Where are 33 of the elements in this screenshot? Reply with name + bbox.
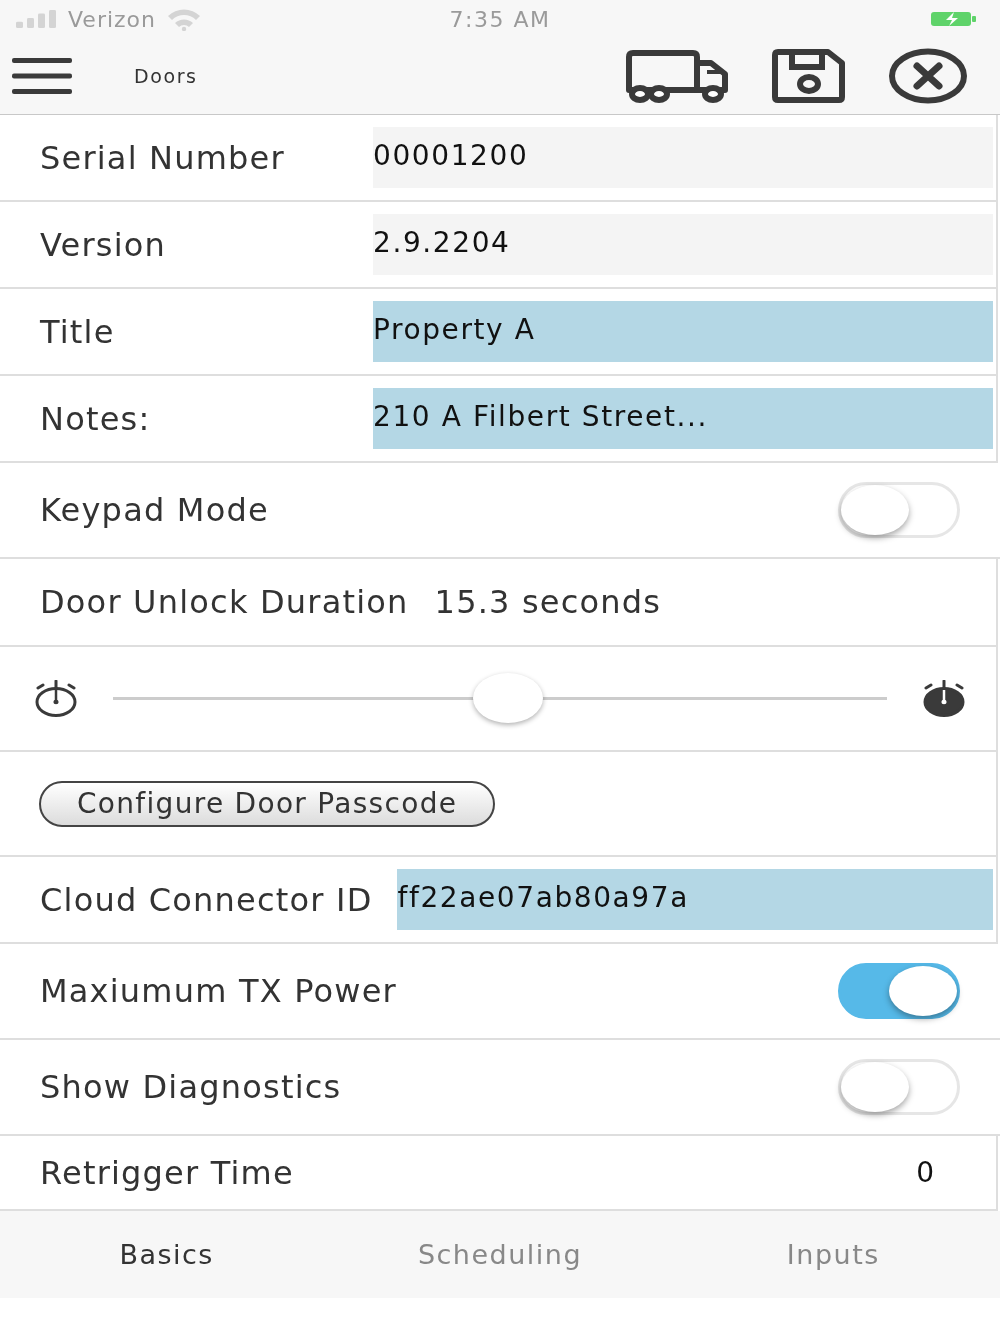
field-label: Title — [40, 312, 116, 351]
stopwatch-icon — [34, 680, 78, 717]
menu-icon[interactable] — [12, 58, 72, 94]
tab[interactable]: Basics — [115, 1231, 218, 1278]
read-only-field: 00001200 — [373, 127, 993, 188]
truck-icon[interactable] — [625, 49, 730, 103]
duration-value: 15.3 seconds — [434, 583, 662, 621]
battery-icon — [931, 11, 977, 27]
field-label: Version — [40, 225, 168, 264]
text-field[interactable]: ff22ae07ab80a97a — [397, 869, 993, 930]
screen-title: Doors — [134, 65, 198, 87]
field-label: Serial Number — [40, 138, 286, 177]
save-icon[interactable] — [772, 49, 845, 103]
field-label: Cloud Connector ID — [40, 880, 373, 919]
setting-label: Keypad Mode — [40, 491, 269, 529]
slider-thumb[interactable] — [472, 672, 543, 723]
setting-label: Show Diagnostics — [40, 1068, 342, 1106]
wifi-icon — [166, 7, 202, 31]
stopwatch-icon — [922, 680, 966, 717]
close-icon[interactable] — [888, 48, 968, 104]
field-label: Notes: — [40, 399, 152, 438]
signal-icon — [16, 10, 58, 28]
text-field[interactable]: Property A — [373, 301, 993, 362]
carrier-name: Verizon — [68, 6, 156, 32]
text-field[interactable]: 210 A Filbert Street... — [373, 388, 993, 449]
setting-label: Door Unlock Duration — [40, 583, 409, 621]
setting-label: Maxiumum TX Power — [40, 972, 397, 1010]
toggle-switch[interactable] — [838, 963, 960, 1019]
clock-time: 7:35 AM — [449, 6, 551, 32]
read-only-field: 2.9.2204 — [373, 214, 993, 275]
number-value: 0 — [916, 1156, 934, 1189]
setting-label: Retrigger Time — [40, 1153, 294, 1192]
configure-passcode-button[interactable]: Configure Door Passcode — [39, 780, 496, 827]
